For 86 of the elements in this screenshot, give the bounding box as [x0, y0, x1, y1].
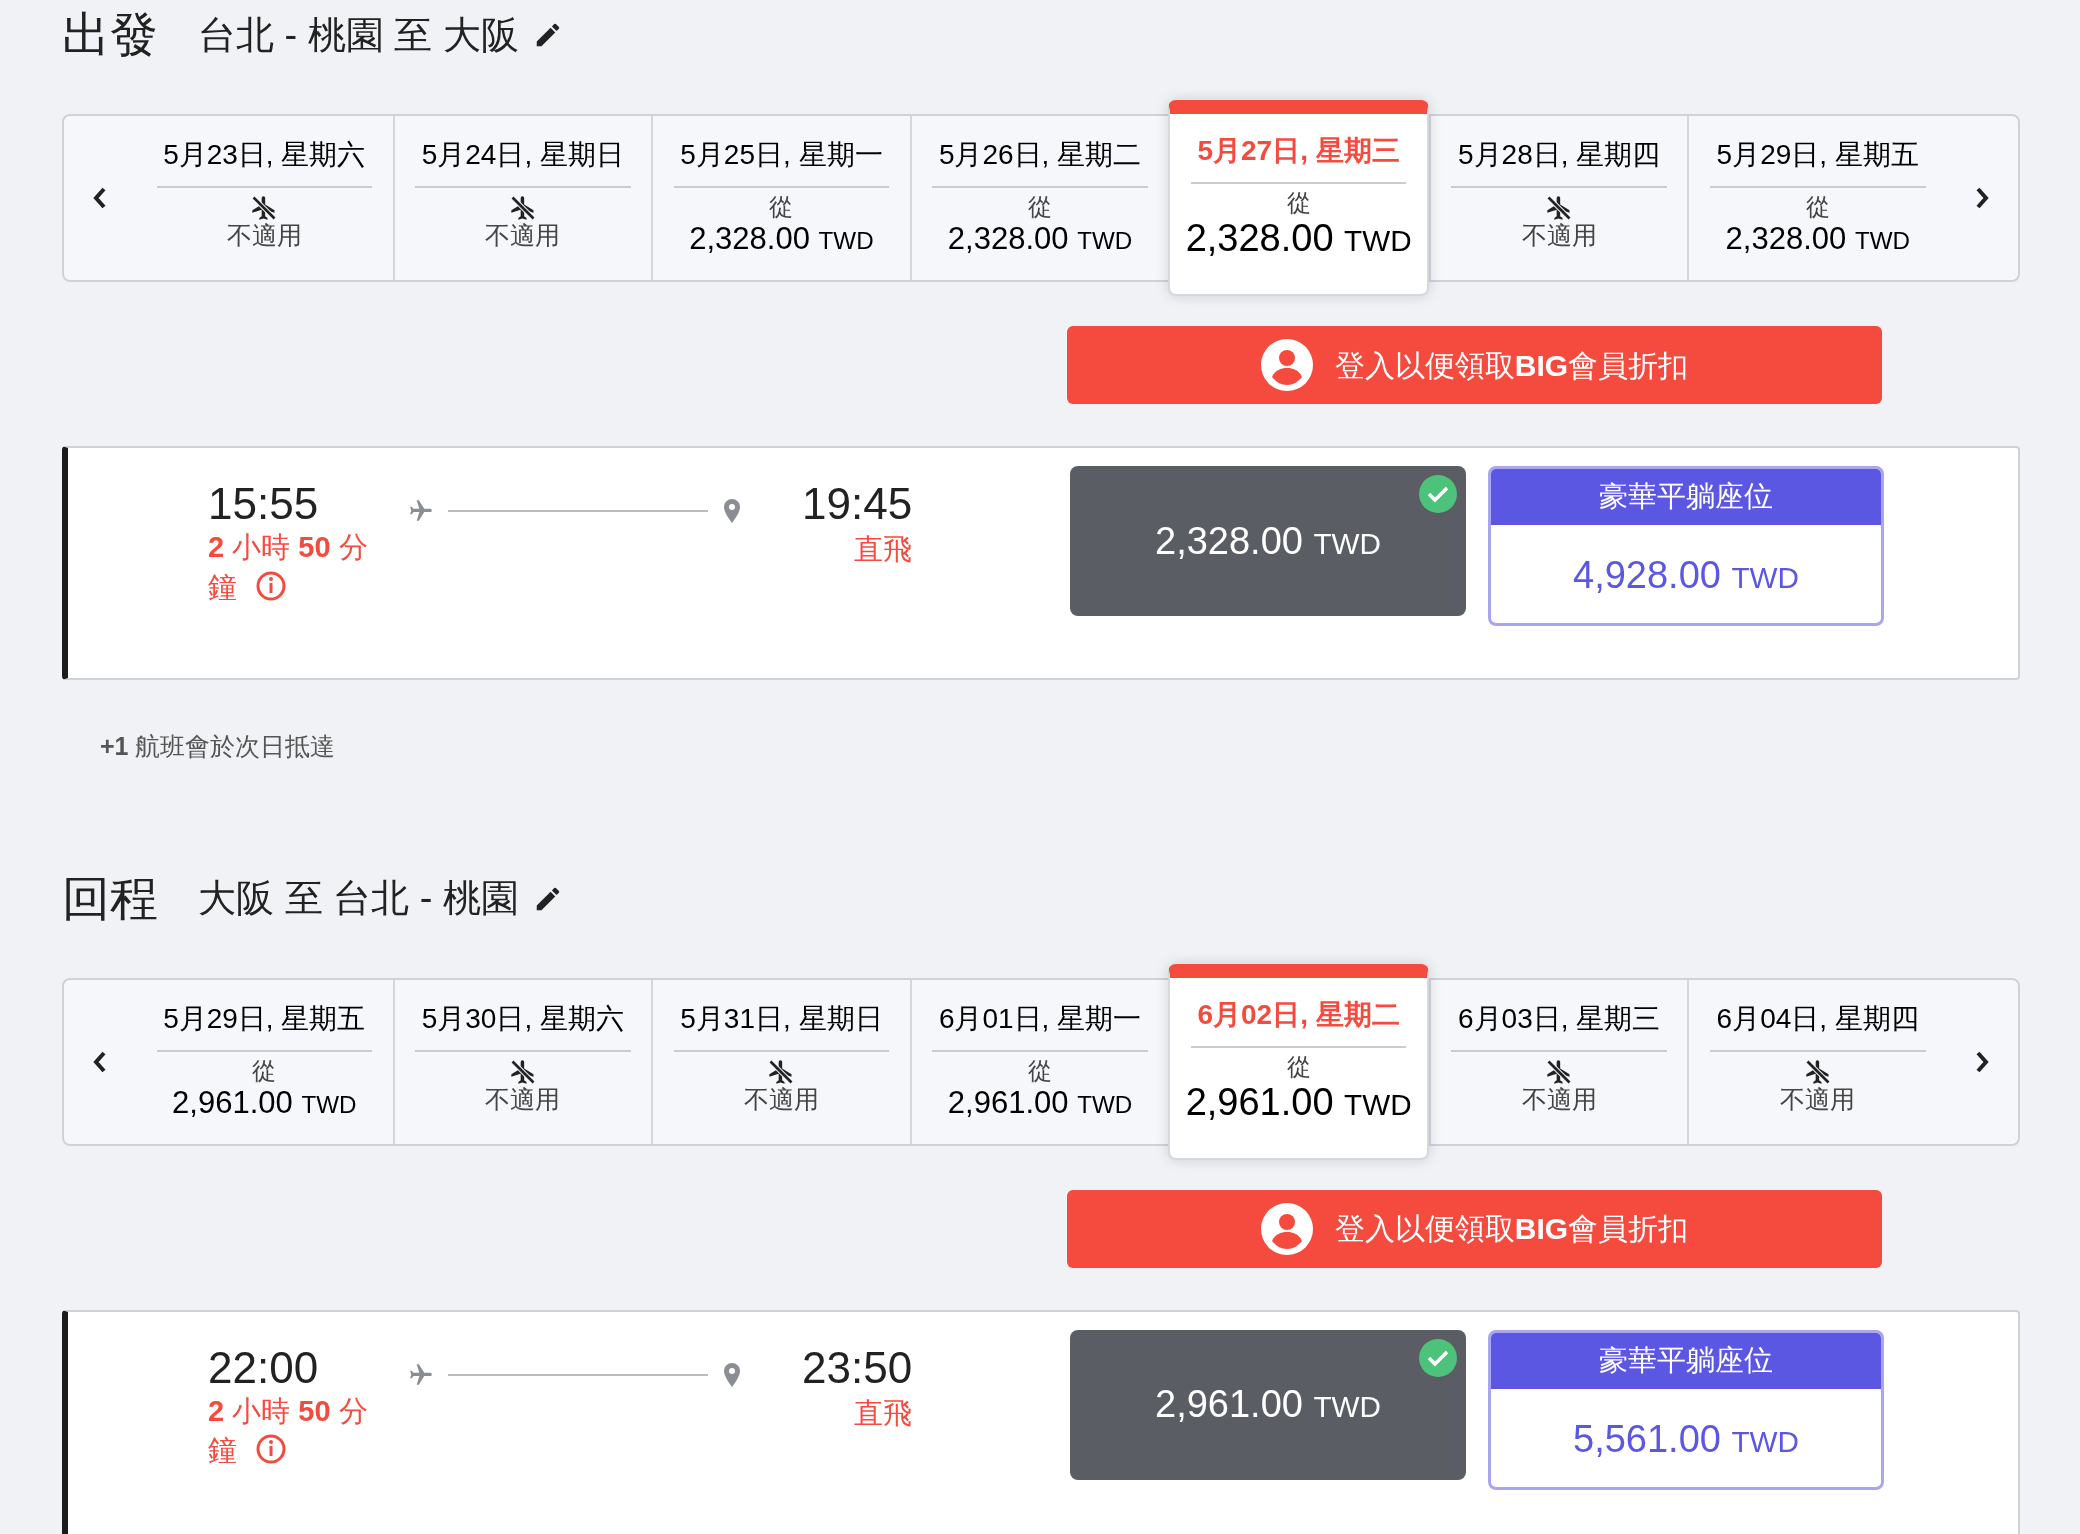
section-title: 出發 — [62, 7, 158, 63]
unavailable-text: 不適用 — [743, 1085, 819, 1113]
user-icon — [1260, 1202, 1313, 1255]
date-tab[interactable]: 6月04日, 星期四 不適用 — [1687, 979, 1947, 1144]
location-pin-icon — [722, 498, 742, 524]
chevron-right-icon — [1974, 186, 1991, 210]
duration-text: 2 小時 50 分鐘 — [208, 1393, 369, 1469]
unavailable-text: 不適用 — [485, 222, 561, 250]
unavailable-text: 不適用 — [226, 222, 302, 250]
unavailable-text: 不適用 — [485, 1085, 561, 1113]
date-text: 6月01日, 星期一 — [938, 1001, 1142, 1036]
check-icon — [1418, 474, 1458, 514]
duration-text: 2 小時 50 分鐘 — [208, 530, 369, 605]
chevron-left-icon — [92, 1049, 108, 1074]
airplane-icon — [408, 498, 434, 524]
date-price: 2,328.00 TWD — [1725, 220, 1910, 258]
chevron-right-icon — [1974, 1049, 1991, 1074]
from-label: 從 — [769, 194, 794, 221]
fare-price: 2,961.00 TWD — [1155, 1382, 1381, 1427]
departure-time: 15:55 — [208, 480, 320, 529]
fare-class-header: 豪華平躺座位 — [1491, 1332, 1881, 1389]
airplane-icon — [408, 1361, 434, 1388]
fare-option[interactable]: 豪華平躺座位 5,561.00 TWD — [1488, 1329, 1884, 1490]
date-price: 2,328.00 TWD — [1185, 216, 1412, 262]
date-tab[interactable]: 5月25日, 星期一 從 2,328.00 TWD — [651, 116, 910, 280]
date-text: 5月29日, 星期五 — [163, 1001, 366, 1036]
date-text: 5月30日, 星期六 — [421, 1001, 624, 1036]
fare-option[interactable]: 2,328.00 TWD — [1070, 466, 1466, 616]
unavailable-text: 不適用 — [1521, 222, 1597, 250]
date-tab[interactable]: 5月30日, 星期六 不適用 — [392, 979, 652, 1144]
login-button[interactable]: 登入以便領取BIG會員折扣 — [1067, 1189, 1882, 1268]
login-button[interactable]: 登入以便領取BIG會員折扣 — [1067, 326, 1882, 404]
fare-price: 4,928.00 TWD — [1573, 553, 1799, 598]
date-price: 2,961.00 TWD — [1185, 1079, 1412, 1125]
fare-price: 5,561.00 TWD — [1573, 1416, 1799, 1462]
date-tab[interactable]: 5月31日, 星期日 不適用 — [651, 979, 910, 1144]
date-text: 6月03日, 星期三 — [1458, 1001, 1661, 1036]
date-tab[interactable]: 5月29日, 星期五 從 2,961.00 TWD — [136, 979, 393, 1144]
fare-price: 2,328.00 TWD — [1155, 518, 1381, 564]
unavailable-text: 不適用 — [1780, 1085, 1856, 1113]
date-text: 6月02日, 星期二 — [1197, 997, 1400, 1032]
date-text: 5月28日, 星期四 — [1458, 138, 1661, 172]
section-title: 回程 — [62, 870, 158, 927]
route-text: 大阪 至 台北 - 桃園 — [198, 876, 519, 921]
date-text: 5月23日, 星期六 — [163, 138, 366, 172]
date-tab[interactable]: 6月02日, 星期二 從 2,961.00 TWD — [1168, 963, 1429, 1160]
date-text: 5月24日, 星期日 — [421, 138, 624, 172]
date-text: 5月31日, 星期日 — [680, 1001, 883, 1036]
date-tab[interactable]: 5月27日, 星期三 從 2,328.00 TWD — [1168, 100, 1429, 296]
arrival-time: 23:50 — [802, 1343, 913, 1392]
user-icon — [1260, 339, 1313, 391]
date-text: 5月27日, 星期三 — [1197, 134, 1400, 168]
fare-class-header: 豪華平躺座位 — [1491, 469, 1881, 525]
fare-option[interactable]: 豪華平躺座位 4,928.00 TWD — [1488, 466, 1884, 626]
date-text: 5月25日, 星期一 — [680, 138, 883, 172]
footnote-text: +1 航班會於次日抵達 — [100, 731, 337, 762]
date-text: 5月29日, 星期五 — [1716, 138, 1919, 172]
unavailable-text: 不適用 — [1521, 1085, 1597, 1113]
info-icon — [255, 1433, 288, 1466]
from-label: 從 — [1805, 194, 1830, 221]
fare-option[interactable]: 2,961.00 TWD — [1070, 1329, 1466, 1480]
date-text: 5月26日, 星期二 — [938, 138, 1142, 172]
from-label: 從 — [252, 1057, 277, 1084]
date-price: 2,961.00 TWD — [947, 1083, 1133, 1122]
date-price: 2,328.00 TWD — [689, 220, 874, 258]
date-tab[interactable]: 6月03日, 星期三 不適用 — [1428, 979, 1688, 1144]
from-label: 從 — [1028, 1057, 1052, 1084]
date-tab[interactable]: 5月23日, 星期六 不適用 — [136, 116, 393, 280]
date-price: 2,328.00 TWD — [947, 220, 1133, 258]
from-label: 從 — [1028, 194, 1052, 221]
location-pin-icon — [722, 1361, 742, 1388]
date-tab[interactable]: 5月28日, 星期四 不適用 — [1428, 116, 1688, 280]
check-icon — [1418, 1337, 1458, 1378]
date-text: 6月04日, 星期四 — [1716, 1001, 1919, 1036]
info-icon — [255, 569, 288, 602]
arrival-time: 19:45 — [802, 480, 913, 529]
date-price: 2,961.00 TWD — [172, 1083, 357, 1122]
date-tab[interactable]: 5月29日, 星期五 從 2,328.00 TWD — [1687, 116, 1947, 280]
route-text: 台北 - 桃園 至 大阪 — [198, 12, 519, 58]
chevron-left-icon — [92, 186, 108, 210]
from-label: 從 — [1286, 1053, 1311, 1080]
stops-text: 直飛 — [853, 1395, 913, 1431]
departure-time: 22:00 — [208, 1343, 320, 1392]
stops-text: 直飛 — [853, 532, 913, 568]
from-label: 從 — [1286, 190, 1311, 217]
date-tab[interactable]: 5月24日, 星期日 不適用 — [392, 116, 652, 280]
